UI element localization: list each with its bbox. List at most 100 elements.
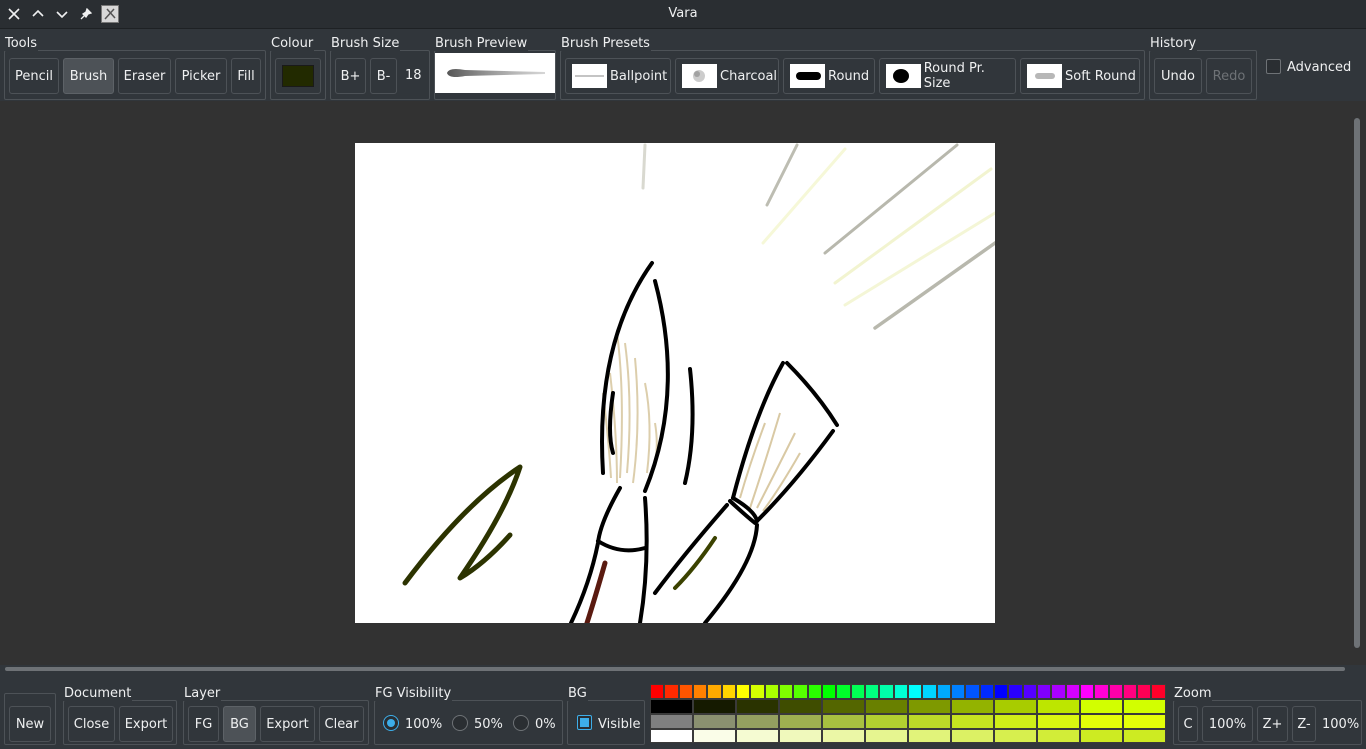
pencil-button[interactable]: Pencil	[9, 58, 59, 94]
colour-swatch-button[interactable]	[275, 58, 321, 94]
palette-swatch[interactable]	[907, 684, 923, 699]
palette-swatch[interactable]	[1094, 684, 1109, 699]
palette-swatch[interactable]	[994, 729, 1037, 743]
palette-swatch[interactable]	[650, 729, 693, 743]
palette-swatch[interactable]	[721, 684, 736, 699]
palette-swatch[interactable]	[965, 684, 980, 699]
palette-swatch[interactable]	[951, 714, 994, 729]
palette-swatch[interactable]	[764, 684, 779, 699]
redo-button[interactable]: Redo	[1206, 58, 1252, 94]
palette-swatch[interactable]	[951, 729, 994, 743]
palette-swatch[interactable]	[650, 684, 665, 699]
palette-swatch[interactable]	[922, 684, 937, 699]
vertical-scrollbar[interactable]	[1354, 118, 1360, 648]
fg-visibility-50-radio[interactable]	[452, 715, 468, 731]
palette-swatch[interactable]	[793, 684, 808, 699]
palette-swatch[interactable]	[693, 729, 736, 743]
palette-swatch[interactable]	[678, 684, 693, 699]
palette-swatch[interactable]	[664, 684, 679, 699]
palette-swatch[interactable]	[1080, 714, 1123, 729]
palette-swatch[interactable]	[908, 714, 951, 729]
palette-swatch[interactable]	[779, 699, 822, 714]
palette-swatch[interactable]	[736, 729, 779, 743]
palette-swatch[interactable]	[908, 729, 951, 743]
palette-swatch[interactable]	[1122, 684, 1138, 699]
palette-swatch[interactable]	[1151, 684, 1166, 699]
zoom-out-button[interactable]: Z-	[1292, 706, 1316, 742]
palette-swatch[interactable]	[1037, 699, 1080, 714]
layer-bg-button[interactable]: BG	[223, 706, 256, 742]
preset-ballpoint-button[interactable]: Ballpoint	[565, 58, 671, 94]
eraser-button[interactable]: Eraser	[118, 58, 171, 94]
palette-swatch[interactable]	[865, 699, 908, 714]
export-document-button[interactable]: Export	[119, 706, 173, 742]
palette-swatch[interactable]	[807, 684, 822, 699]
palette-swatch[interactable]	[1008, 684, 1023, 699]
palette-swatch[interactable]	[693, 714, 736, 729]
palette-swatch[interactable]	[993, 684, 1009, 699]
palette-swatch[interactable]	[994, 714, 1037, 729]
palette-swatch[interactable]	[979, 684, 994, 699]
palette-swatch[interactable]	[821, 684, 837, 699]
palette-swatch[interactable]	[864, 684, 880, 699]
palette-swatch[interactable]	[779, 714, 822, 729]
palette-swatch[interactable]	[1137, 684, 1152, 699]
new-button[interactable]: New	[9, 706, 51, 742]
undo-button[interactable]: Undo	[1154, 58, 1202, 94]
zoom-center-button[interactable]: C	[1178, 706, 1198, 742]
palette-swatch[interactable]	[865, 729, 908, 743]
palette-swatch[interactable]	[836, 684, 851, 699]
layer-export-button[interactable]: Export	[260, 706, 315, 742]
palette-swatch[interactable]	[779, 729, 822, 743]
palette-swatch[interactable]	[707, 684, 722, 699]
palette-swatch[interactable]	[950, 684, 966, 699]
palette-swatch[interactable]	[735, 684, 751, 699]
palette-swatch[interactable]	[650, 714, 693, 729]
palette-swatch[interactable]	[1123, 714, 1166, 729]
palette-swatch[interactable]	[736, 714, 779, 729]
palette-swatch[interactable]	[951, 699, 994, 714]
bg-visible-checkbox[interactable]	[577, 715, 592, 730]
palette-swatch[interactable]	[822, 729, 865, 743]
palette-swatch[interactable]	[908, 699, 951, 714]
fg-visibility-0-radio[interactable]	[513, 715, 529, 731]
palette-swatch[interactable]	[1080, 699, 1123, 714]
picker-button[interactable]: Picker	[175, 58, 227, 94]
palette-swatch[interactable]	[822, 699, 865, 714]
palette-swatch[interactable]	[692, 684, 708, 699]
brush-size-increase-button[interactable]: B+	[335, 58, 366, 94]
palette-swatch[interactable]	[893, 684, 908, 699]
horizontal-scrollbar[interactable]	[5, 667, 1345, 671]
preset-round-pr-size-button[interactable]: Round Pr. Size	[879, 58, 1016, 94]
palette-swatch[interactable]	[994, 699, 1037, 714]
fill-button[interactable]: Fill	[231, 58, 261, 94]
palette-swatch[interactable]	[1079, 684, 1095, 699]
palette-swatch[interactable]	[879, 684, 894, 699]
palette-swatch[interactable]	[822, 714, 865, 729]
zoom-reset-button[interactable]: 100%	[1202, 706, 1253, 742]
palette-swatch[interactable]	[1037, 714, 1080, 729]
palette-swatch[interactable]	[736, 699, 779, 714]
palette-swatch[interactable]	[1051, 684, 1066, 699]
palette-swatch[interactable]	[650, 699, 693, 714]
colour-palette[interactable]	[650, 684, 1166, 743]
fg-visibility-100-radio[interactable]	[383, 715, 399, 731]
palette-swatch[interactable]	[865, 714, 908, 729]
palette-swatch[interactable]	[1036, 684, 1052, 699]
palette-swatch[interactable]	[1037, 729, 1080, 743]
palette-swatch[interactable]	[778, 684, 794, 699]
palette-swatch[interactable]	[1123, 729, 1166, 743]
palette-swatch[interactable]	[936, 684, 951, 699]
palette-swatch[interactable]	[1123, 699, 1166, 714]
close-document-button[interactable]: Close	[68, 706, 115, 742]
drawing-canvas[interactable]	[355, 143, 997, 626]
brush-size-decrease-button[interactable]: B-	[370, 58, 397, 94]
preset-round-button[interactable]: Round	[783, 58, 875, 94]
palette-swatch[interactable]	[1080, 729, 1123, 743]
zoom-in-button[interactable]: Z+	[1257, 706, 1288, 742]
palette-swatch[interactable]	[850, 684, 865, 699]
palette-swatch[interactable]	[693, 699, 736, 714]
layer-clear-button[interactable]: Clear	[319, 706, 364, 742]
preset-charcoal-button[interactable]: Charcoal	[675, 58, 779, 94]
palette-swatch[interactable]	[750, 684, 765, 699]
